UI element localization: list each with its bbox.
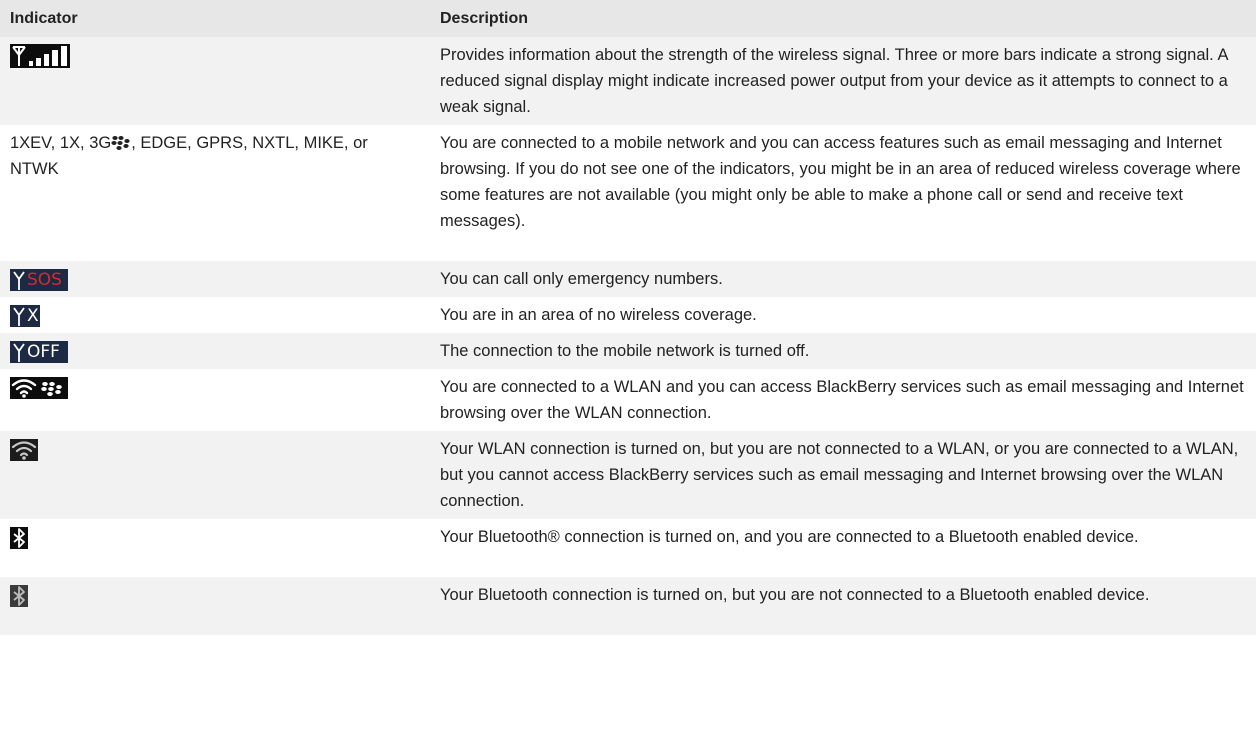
indicator-cell	[0, 37, 430, 125]
table-row: OFF The connection to the mobile network…	[0, 333, 1256, 369]
table-row: You are connected to a WLAN and you can …	[0, 369, 1256, 431]
wlan-blackberry-icon	[10, 377, 68, 400]
indicator-cell: OFF	[0, 333, 430, 369]
sos-icon-label: SOS	[27, 270, 62, 291]
wlan-icon	[10, 439, 38, 462]
no-coverage-icon-label: X	[27, 306, 39, 327]
indicator-cell: SOS	[0, 261, 430, 297]
description-cell: You can call only emergency numbers.	[430, 261, 1256, 297]
sos-icon: SOS	[10, 269, 68, 292]
signal-strength-icon	[10, 44, 70, 69]
no-coverage-icon: X	[10, 305, 40, 328]
table-row: X You are in an area of no wireless cove…	[0, 297, 1256, 333]
network-types-text-before: 1XEV, 1X, 3G	[10, 134, 112, 152]
bluetooth-on-icon	[10, 585, 28, 608]
table-row: 1XEV, 1X, 3G, EDGE, GPRS, NXTL, MIKE, or…	[0, 125, 1256, 261]
indicator-cell: 1XEV, 1X, 3G, EDGE, GPRS, NXTL, MIKE, or…	[0, 125, 430, 261]
bluetooth-connected-icon	[10, 527, 28, 550]
table-row: Your WLAN connection is turned on, but y…	[0, 431, 1256, 519]
description-cell: Your Bluetooth® connection is turned on,…	[440, 528, 1139, 546]
description-cell: Your WLAN connection is turned on, but y…	[430, 431, 1256, 519]
blackberry-logo-icon	[111, 136, 130, 150]
table-row: Your Bluetooth® connection is turned on,…	[0, 519, 1256, 577]
header-description: Description	[430, 0, 1256, 37]
radio-off-icon-label: OFF	[27, 342, 60, 363]
header-indicator: Indicator	[0, 0, 430, 37]
description-cell: Provides information about the strength …	[430, 37, 1256, 125]
indicator-cell	[0, 519, 430, 577]
indicator-cell	[0, 369, 430, 431]
indicator-cell	[0, 431, 430, 519]
table-row: Your Bluetooth connection is turned on, …	[0, 577, 1256, 635]
radio-off-icon: OFF	[10, 341, 68, 364]
description-cell: The connection to the mobile network is …	[430, 333, 1256, 369]
indicator-table: Indicator Description Provides informati…	[0, 0, 1256, 635]
table-row: SOS You can call only emergency numbers.	[0, 261, 1256, 297]
description-cell: Your Bluetooth connection is turned on, …	[430, 577, 1256, 635]
table-row: Provides information about the strength …	[0, 37, 1256, 125]
indicator-cell	[0, 577, 430, 635]
description-cell: You are connected to a WLAN and you can …	[440, 378, 1244, 422]
description-cell: You are connected to a mobile network an…	[440, 134, 1241, 230]
indicator-cell: X	[0, 297, 430, 333]
table-header-row: Indicator Description	[0, 0, 1256, 37]
description-cell: You are in an area of no wireless covera…	[440, 306, 757, 324]
